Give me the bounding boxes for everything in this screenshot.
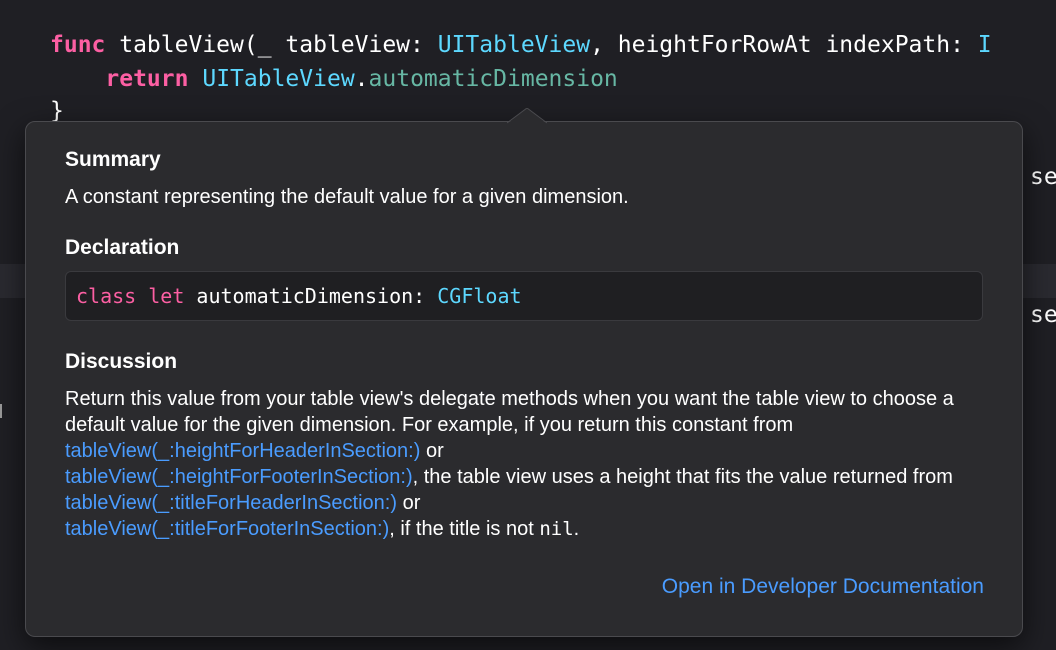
discussion-heading: Discussion [65, 350, 178, 373]
dot: . [354, 66, 369, 92]
discussion-part-3: , the table view uses a height that fits… [412, 466, 953, 488]
discussion-part-2: or [420, 440, 444, 462]
summary-text: A constant representing the default valu… [65, 186, 629, 208]
discussion-part-4: or [397, 492, 421, 514]
discussion-text: Return this value from your table view's… [65, 386, 985, 542]
code-fragment-right-1: se [1030, 164, 1056, 190]
code-line-1[interactable]: func tableView(_ tableView: UITableView,… [50, 28, 1056, 62]
param-type: UITableView [437, 32, 591, 58]
declaration-type: CGFloat [437, 284, 522, 308]
declaration-code: class let automaticDimension: CGFloat [65, 271, 983, 321]
func-keyword: func [50, 32, 106, 58]
automatic-dimension-symbol[interactable]: automaticDimension [369, 66, 618, 92]
nil-code: nil [539, 518, 574, 540]
quick-help-popover: Summary A constant representing the defa… [25, 108, 1023, 637]
link-title-for-header[interactable]: tableView(_:titleForHeaderInSection:) [65, 492, 397, 514]
gutter-marker [0, 404, 2, 418]
declaration-heading: Declaration [65, 236, 180, 259]
code-fragment-right-2: se [1030, 302, 1056, 328]
link-height-for-header[interactable]: tableView(_:heightForHeaderInSection:) [65, 440, 420, 462]
return-keyword: return [105, 66, 189, 92]
link-height-for-footer[interactable]: tableView(_:heightForFooterInSection:) [65, 466, 413, 488]
code-line-2[interactable]: return UITableView.automaticDimension [50, 62, 1056, 96]
declaration-keyword: class let [76, 284, 185, 308]
summary-heading: Summary [65, 148, 161, 171]
discussion-part-6: . [573, 518, 580, 540]
uitableview-type: UITableView [202, 66, 355, 92]
declaration-name: automaticDimension: [184, 284, 438, 308]
discussion-part-1: Return this value from your table view's… [65, 388, 954, 436]
open-developer-documentation-link[interactable]: Open in Developer Documentation [662, 575, 984, 599]
discussion-part-5: , if the title is not [389, 518, 540, 540]
function-signature: tableView(_ tableView: [105, 32, 438, 58]
signature-rest: , heightForRowAt indexPath: [590, 32, 978, 58]
link-title-for-footer[interactable]: tableView(_:titleForFooterInSection:) [65, 518, 389, 540]
truncated-type: I [977, 32, 992, 58]
